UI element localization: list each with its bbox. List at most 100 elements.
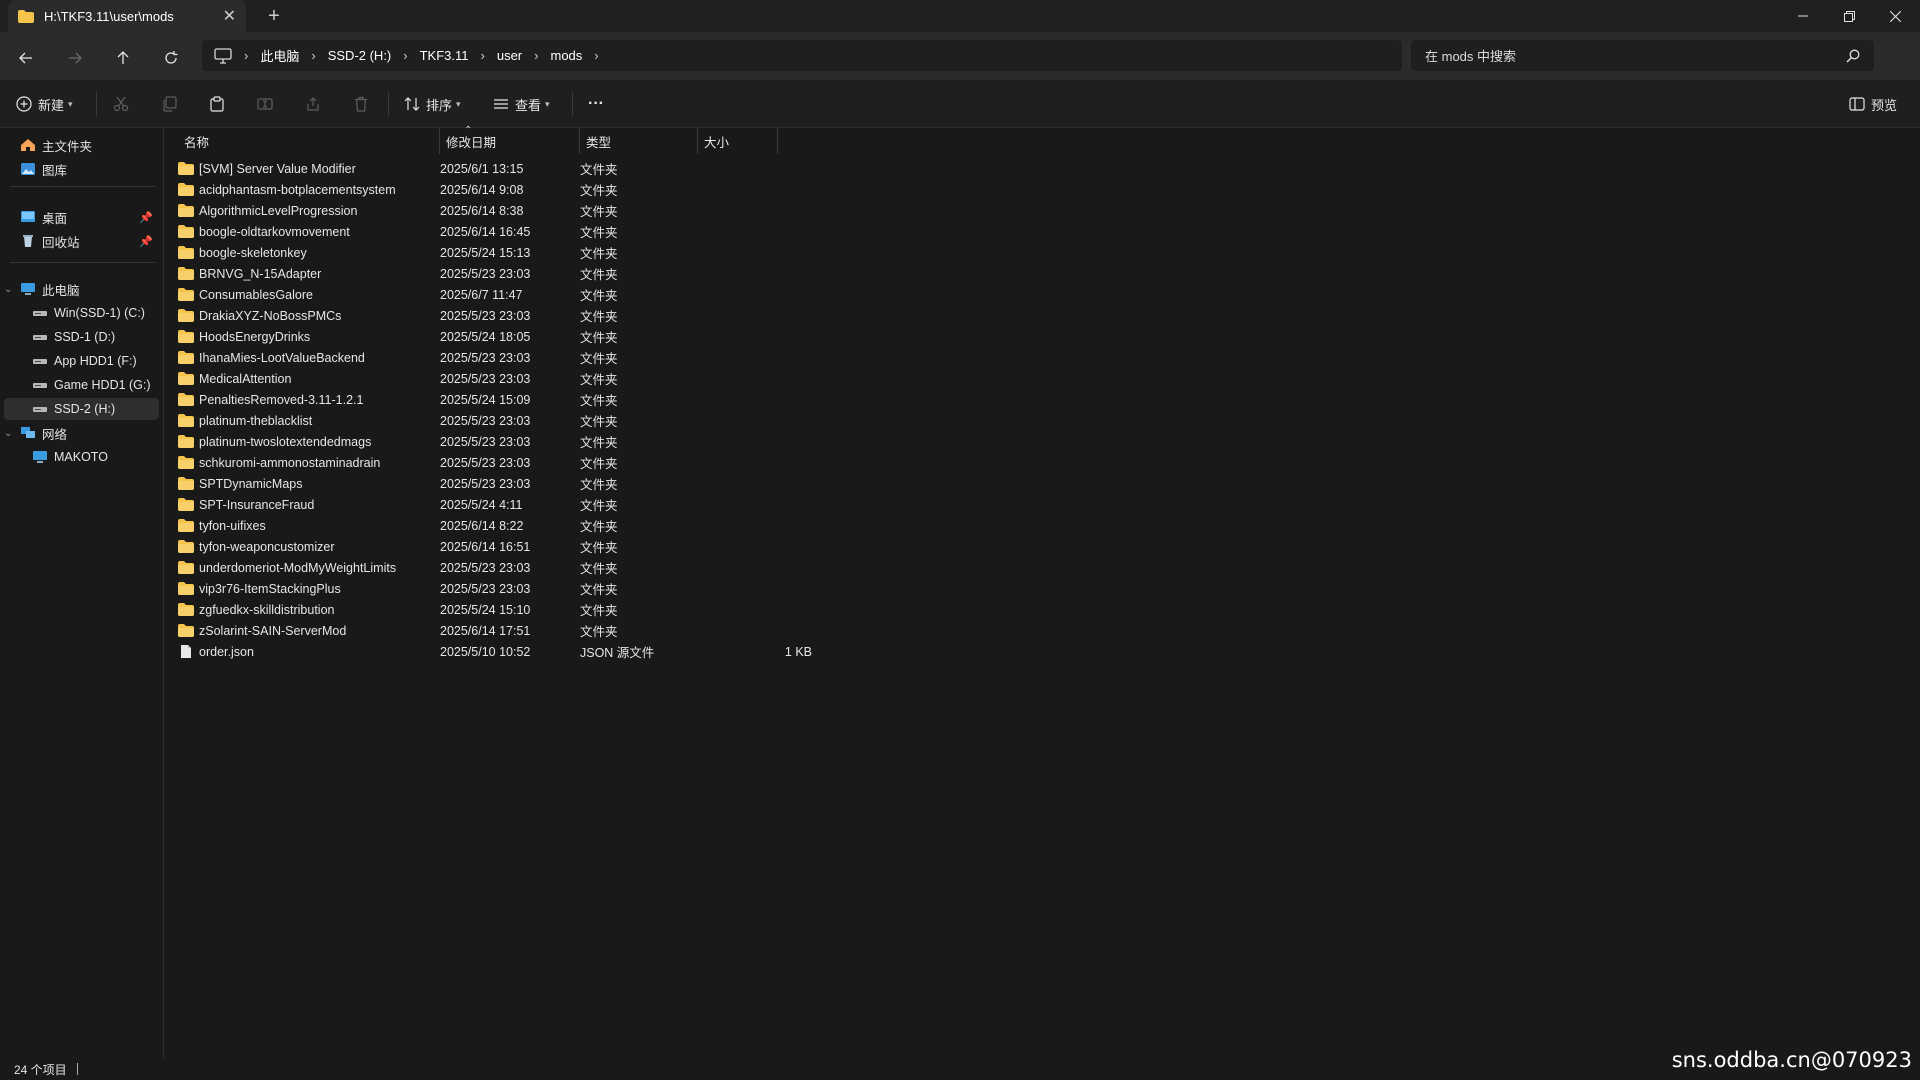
sidebar-item-home[interactable]: 主文件夹 bbox=[4, 134, 159, 156]
sidebar-item-drive-c[interactable]: Win(SSD-1) (C:) bbox=[4, 302, 159, 324]
breadcrumb-mods[interactable]: mods bbox=[550, 48, 582, 63]
table-row[interactable]: IhanaMies-LootValueBackend 2025/5/23 23:0… bbox=[178, 347, 938, 368]
table-row[interactable]: acidphantasm-botplacementsystem 2025/6/14… bbox=[178, 179, 938, 200]
table-row[interactable]: SPT-InsuranceFraud 2025/5/24 4:11 文件夹 bbox=[178, 494, 938, 515]
file-list: ⌃ 名称 修改日期 类型 大小 [SVM] Server Value Modif… bbox=[164, 125, 1920, 1058]
table-row[interactable]: schkuromi-ammonostaminadrain 2025/5/23 23… bbox=[178, 452, 938, 473]
search-box[interactable]: 在 mods 中搜索 bbox=[1411, 40, 1874, 71]
column-header-date[interactable]: 修改日期 bbox=[440, 128, 580, 154]
view-label: 查看 bbox=[515, 97, 542, 113]
up-button[interactable] bbox=[109, 44, 137, 72]
refresh-button[interactable] bbox=[157, 44, 185, 72]
breadcrumb-this-pc[interactable]: 此电脑 bbox=[260, 46, 299, 65]
chevron-down-icon[interactable]: ⌄ bbox=[4, 428, 20, 439]
table-row[interactable]: DrakiaXYZ-NoBossPMCs 2025/5/23 23:03 文件夹 bbox=[178, 305, 938, 326]
table-row[interactable]: zSolarint-SAIN-ServerMod 2025/6/14 17:51 文… bbox=[178, 620, 938, 641]
divider bbox=[96, 92, 97, 116]
file-name-cell: platinum-twoslotextendedmags bbox=[178, 435, 440, 449]
table-row[interactable]: MedicalAttention 2025/5/23 23:03 文件夹 bbox=[178, 368, 938, 389]
chevron-right-icon[interactable]: › bbox=[594, 48, 598, 63]
preview-pane-button[interactable]: 预览 bbox=[1849, 92, 1897, 116]
sidebar-item-desktop[interactable]: 桌面 📌 bbox=[4, 206, 159, 228]
file-name: IhanaMies-LootValueBackend bbox=[199, 350, 365, 365]
table-row[interactable]: SPTDynamicMaps 2025/5/23 23:03 文件夹 bbox=[178, 473, 938, 494]
column-header-label: 大小 bbox=[704, 135, 730, 150]
breadcrumb-user[interactable]: user bbox=[497, 48, 522, 63]
search-input[interactable]: 在 mods 中搜索 bbox=[1425, 46, 1846, 65]
chevron-right-icon[interactable]: › bbox=[244, 48, 248, 63]
new-tab-button[interactable]: + bbox=[262, 4, 286, 28]
breadcrumb-tkf[interactable]: TKF3.11 bbox=[420, 48, 469, 63]
close-tab-button[interactable]: ✕ bbox=[223, 6, 236, 26]
share-button[interactable] bbox=[305, 92, 321, 116]
file-date: 2025/5/23 23:03 bbox=[440, 455, 531, 470]
sidebar-item-drive-d[interactable]: SSD-1 (D:) bbox=[4, 326, 159, 348]
sidebar-item-network[interactable]: ⌄ 网络 bbox=[4, 422, 159, 444]
table-row[interactable]: zgfuedkx-skilldistribution 2025/5/24 15:1… bbox=[178, 599, 938, 620]
sidebar-item-drive-g[interactable]: Game HDD1 (G:) bbox=[4, 374, 159, 396]
cut-button[interactable] bbox=[113, 92, 129, 116]
chevron-right-icon[interactable]: › bbox=[311, 48, 315, 63]
sidebar-item-label: 此电脑 bbox=[42, 283, 80, 298]
back-button[interactable] bbox=[12, 44, 40, 72]
tab-current[interactable]: H:\TKF3.11\user\mods ✕ bbox=[8, 0, 246, 32]
sidebar-item-drive-f[interactable]: App HDD1 (F:) bbox=[4, 350, 159, 372]
new-button[interactable]: 新建 ▾ bbox=[16, 92, 73, 116]
table-row[interactable]: [SVM] Server Value Modifier 2025/6/1 13:1… bbox=[178, 158, 938, 179]
table-row[interactable]: PenaltiesRemoved-3.11-1.2.1 2025/5/24 15:… bbox=[178, 389, 938, 410]
table-row[interactable]: boogle-skeletonkey 2025/5/24 15:13 文件夹 bbox=[178, 242, 938, 263]
table-row[interactable]: tyfon-weaponcustomizer 2025/6/14 16:51 文件夹 bbox=[178, 536, 938, 557]
drive-icon bbox=[33, 335, 47, 340]
minimize-button[interactable] bbox=[1780, 0, 1826, 32]
file-type: 文件夹 bbox=[580, 520, 618, 534]
view-button[interactable]: 查看 ▾ bbox=[493, 92, 550, 116]
delete-button[interactable] bbox=[353, 92, 369, 116]
divider bbox=[10, 262, 156, 263]
table-row[interactable]: vip3r76-ItemStackingPlus 2025/5/23 23:03 文… bbox=[178, 578, 938, 599]
folder-icon bbox=[178, 477, 194, 490]
file-type: 文件夹 bbox=[580, 457, 618, 471]
folder-icon bbox=[178, 351, 194, 364]
file-date: 2025/5/24 15:13 bbox=[440, 245, 531, 260]
table-row[interactable]: boogle-oldtarkovmovement 2025/6/14 16:45 文… bbox=[178, 221, 938, 242]
chevron-right-icon[interactable]: › bbox=[534, 48, 538, 63]
more-options-button[interactable]: ··· bbox=[588, 92, 604, 116]
forward-button[interactable] bbox=[61, 44, 89, 72]
table-row[interactable]: HoodsEnergyDrinks 2025/5/24 18:05 文件夹 bbox=[178, 326, 938, 347]
table-row[interactable]: order.json 2025/5/10 10:52 JSON 源文件 1 KB bbox=[178, 641, 938, 662]
close-window-button[interactable] bbox=[1872, 0, 1918, 32]
sidebar-item-makoto[interactable]: MAKOTO bbox=[4, 446, 159, 468]
column-header-name[interactable]: 名称 bbox=[178, 128, 440, 154]
sidebar-item-this-pc[interactable]: ⌄ 此电脑 bbox=[4, 278, 159, 300]
chevron-right-icon[interactable]: › bbox=[481, 48, 485, 63]
table-row[interactable]: tyfon-uifixes 2025/6/14 8:22 文件夹 bbox=[178, 515, 938, 536]
sidebar-item-gallery[interactable]: 图库 bbox=[4, 158, 159, 180]
table-row[interactable]: underdomeriot-ModMyWeightLimits 2025/5/23… bbox=[178, 557, 938, 578]
breadcrumb-drive[interactable]: SSD-2 (H:) bbox=[328, 48, 392, 63]
table-row[interactable]: ConsumablesGalore 2025/6/7 11:47 文件夹 bbox=[178, 284, 938, 305]
rename-button[interactable] bbox=[257, 92, 273, 116]
file-date: 2025/6/14 8:38 bbox=[440, 203, 524, 218]
arrow-left-icon bbox=[19, 52, 32, 64]
chevron-right-icon[interactable]: › bbox=[403, 48, 407, 63]
chevron-down-icon[interactable]: ⌄ bbox=[4, 284, 20, 295]
file-date: 2025/5/24 18:05 bbox=[440, 329, 531, 344]
sidebar-item-recycle-bin[interactable]: 回收站 📌 bbox=[4, 230, 159, 252]
table-row[interactable]: BRNVG_N-15Adapter 2025/5/23 23:03 文件夹 bbox=[178, 263, 938, 284]
table-row[interactable]: platinum-twoslotextendedmags 2025/5/23 23… bbox=[178, 431, 938, 452]
file-name: tyfon-weaponcustomizer bbox=[199, 539, 335, 554]
copy-button[interactable] bbox=[161, 92, 177, 116]
share-icon bbox=[307, 97, 319, 111]
table-row[interactable]: AlgorithmicLevelProgression 2025/6/14 8:3… bbox=[178, 200, 938, 221]
paste-button[interactable] bbox=[209, 92, 225, 116]
table-row[interactable]: platinum-theblacklist 2025/5/23 23:03 文件夹 bbox=[178, 410, 938, 431]
column-header-size[interactable]: 大小 bbox=[698, 128, 778, 154]
restore-button[interactable] bbox=[1826, 0, 1872, 32]
file-date: 2025/5/23 23:03 bbox=[440, 434, 531, 449]
file-date: 2025/6/14 9:08 bbox=[440, 182, 524, 197]
address-bar[interactable]: › 此电脑 › SSD-2 (H:) › TKF3.11 › user › mo… bbox=[202, 40, 1402, 71]
column-header-type[interactable]: 类型 bbox=[580, 128, 698, 154]
arrow-right-icon bbox=[69, 52, 82, 64]
sort-button[interactable]: 排序 ▾ bbox=[404, 92, 461, 116]
sidebar-item-drive-h[interactable]: SSD-2 (H:) bbox=[4, 398, 159, 420]
